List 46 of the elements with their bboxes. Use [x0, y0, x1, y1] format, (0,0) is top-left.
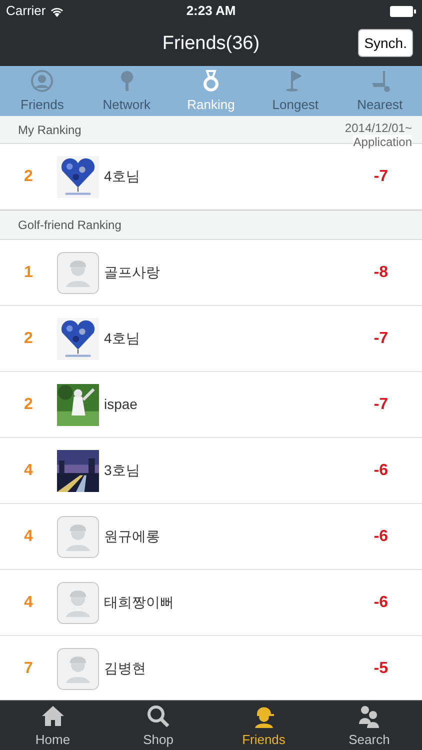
friend-name: 김병현: [104, 659, 146, 678]
rank-number: 2: [24, 166, 34, 186]
score: -7: [374, 394, 388, 414]
period-note: Application: [353, 135, 412, 149]
friend-name: ispae: [104, 395, 138, 414]
tab-bar-item[interactable]: Home: [0, 701, 106, 750]
friend-name: 4호님: [104, 329, 140, 348]
friend-name: 원규에롱: [104, 527, 160, 546]
people-icon: [357, 704, 382, 728]
friend-name: 골프사랑: [104, 263, 160, 282]
score: -6: [374, 592, 388, 612]
rank-number: 2: [24, 328, 34, 348]
score: -5: [374, 658, 388, 678]
friend-icon: [30, 68, 54, 92]
rank-number: 4: [24, 592, 34, 612]
window-title: Friends(36): [162, 32, 260, 56]
score: -7: [374, 166, 388, 186]
wifi-icon: [50, 6, 64, 16]
rank-number: 4: [24, 526, 34, 546]
score: -6: [374, 460, 388, 480]
score: -6: [374, 526, 388, 546]
friend-name: 4호님: [104, 167, 140, 186]
section-title: Golf-friend Ranking: [18, 217, 122, 234]
score: -7: [374, 328, 388, 348]
synch-button[interactable]: Synch.: [358, 29, 413, 57]
search-icon: [146, 704, 170, 728]
tab-bar-item[interactable]: Search: [316, 701, 422, 750]
default-avatar-icon: [57, 648, 99, 690]
tab-bar-item[interactable]: Shop: [106, 701, 211, 750]
friend-name: 3호님: [104, 461, 140, 480]
rank-number: 1: [24, 262, 34, 282]
clock: 2:23 AM: [186, 2, 236, 20]
friend-name: 태희짱이뻐: [104, 593, 174, 612]
rank-number: 7: [24, 658, 34, 678]
section-title: My Ranking: [18, 122, 82, 139]
default-avatar-icon: [57, 582, 99, 624]
default-avatar-icon: [57, 516, 99, 558]
home-icon: [40, 704, 65, 728]
rank-number: 4: [24, 460, 34, 480]
score: -8: [374, 262, 388, 282]
battery-icon: [390, 6, 416, 16]
tab-bar-item[interactable]: Friends: [211, 701, 316, 750]
rank-number: 2: [24, 394, 34, 414]
period-label: 2014/12/01~: [344, 121, 412, 135]
default-avatar-icon: [57, 252, 99, 294]
carrier-label: Carrier: [6, 2, 46, 20]
